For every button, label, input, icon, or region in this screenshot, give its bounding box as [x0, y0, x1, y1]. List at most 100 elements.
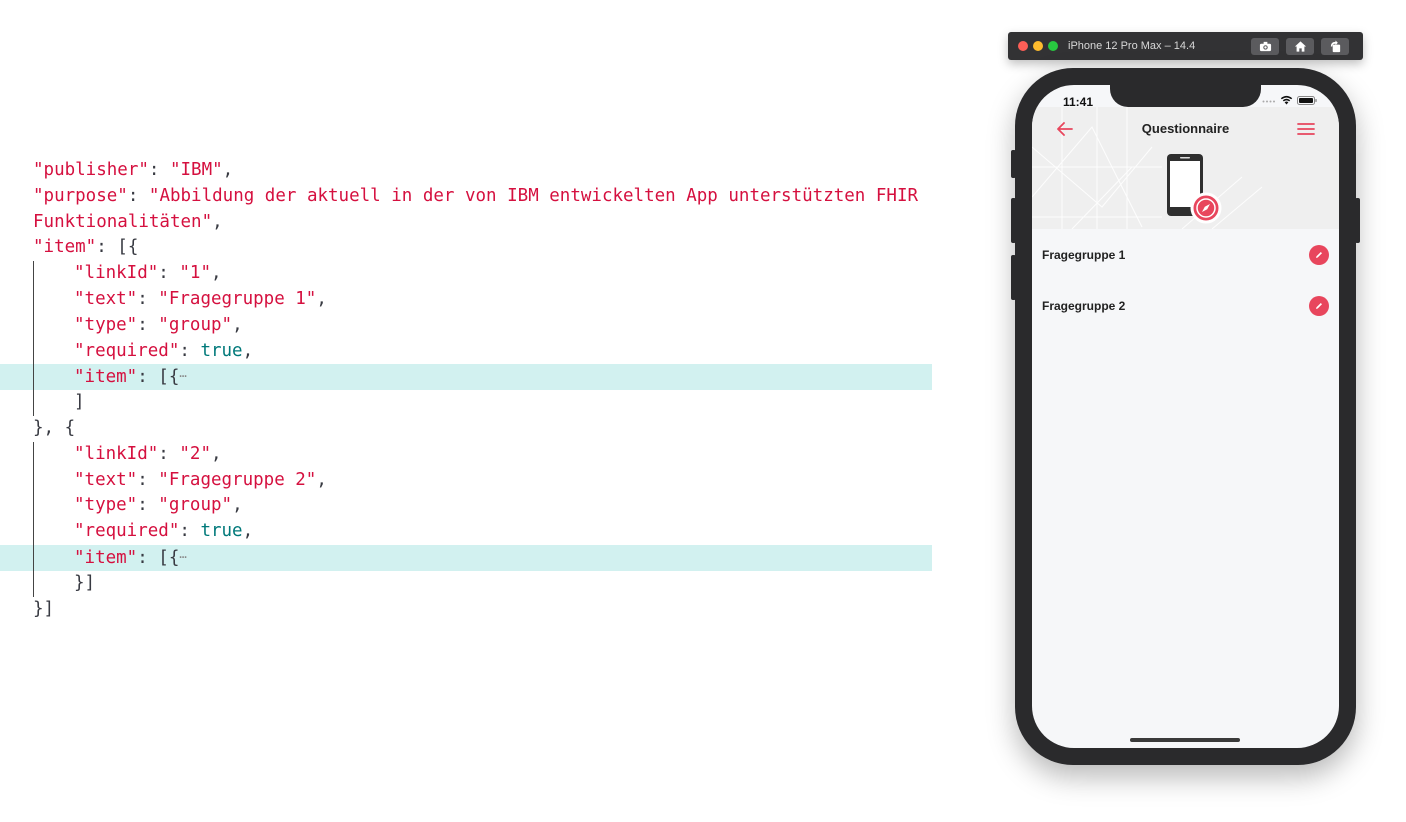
code-token: "publisher": [33, 160, 149, 180]
code-token: ,: [210, 263, 222, 284]
code-editor[interactable]: "publisher": "IBM", "purpose": "Abbildung…: [0, 158, 932, 622]
code-token: Funktionalitäten": [33, 211, 213, 232]
code-token: "type": [74, 314, 138, 335]
code-token: true: [200, 340, 243, 361]
code-line[interactable]: }, {: [0, 416, 932, 442]
code-token: :: [137, 495, 159, 516]
code-line[interactable]: "type": "group",: [0, 493, 932, 519]
code-token: "item": [74, 547, 138, 568]
code-line[interactable]: "linkId": "2",: [0, 442, 932, 468]
code-line[interactable]: "text": "Fragegruppe 1",: [0, 287, 932, 313]
pencil-icon: [1316, 303, 1322, 309]
code-token: "type": [74, 495, 138, 516]
code-line[interactable]: "item": [{⋯: [0, 364, 932, 391]
phone-screen: 11:41 Questionnaire Fragegruppe 1 Frageg…: [1032, 85, 1339, 748]
code-token: }]: [33, 598, 55, 619]
code-token: true: [200, 521, 243, 542]
list-item[interactable]: Fragegruppe 2: [1032, 281, 1339, 331]
code-token: "2": [179, 443, 211, 464]
power-button: [1355, 198, 1360, 243]
volume-up-button: [1011, 198, 1016, 243]
code-line[interactable]: }]: [0, 597, 932, 623]
code-line[interactable]: "linkId": "1",: [0, 261, 932, 287]
fold-ellipsis-icon[interactable]: ⋯: [179, 369, 186, 383]
code-token: "group": [158, 314, 233, 335]
code-line[interactable]: "item": [{⋯: [0, 544, 932, 571]
wifi-icon: [1280, 95, 1293, 105]
code-token: "Fragegruppe 1": [158, 288, 317, 309]
code-token: "item": [33, 237, 97, 258]
code-line[interactable]: "item": [{: [0, 235, 932, 261]
code-line[interactable]: "type": "group",: [0, 313, 932, 339]
phone-compass-illustration: [1167, 154, 1222, 224]
indent-guide: [33, 441, 34, 597]
code-token: "item": [74, 367, 138, 388]
code-line[interactable]: Funktionalitäten",: [0, 210, 932, 236]
code-token: }]: [74, 572, 96, 593]
code-line[interactable]: ]: [0, 390, 932, 416]
code-token: : [{: [137, 367, 180, 388]
pencil-icon: [1316, 252, 1322, 258]
code-token: "linkId": [74, 443, 159, 464]
code-token: "Abbildung der aktuell in der von IBM en…: [148, 185, 919, 206]
notch: [1110, 85, 1261, 107]
code-line[interactable]: "publisher": "IBM",: [0, 158, 932, 184]
code-token: ,: [316, 469, 327, 490]
code-token: "purpose": [33, 185, 128, 206]
code-line[interactable]: "required": true,: [0, 519, 932, 545]
home-icon: [1294, 41, 1306, 52]
code-token: ]: [74, 392, 85, 413]
page-title: Questionnaire: [1141, 121, 1230, 136]
home-button[interactable]: [1286, 38, 1314, 55]
code-token: ,: [210, 443, 222, 464]
code-token: ,: [242, 521, 254, 542]
fold-ellipsis-icon[interactable]: ⋯: [179, 550, 186, 564]
code-token: ,: [242, 340, 254, 361]
minimize-window-button[interactable]: [1033, 41, 1043, 51]
edit-button[interactable]: [1309, 296, 1329, 316]
code-token: "IBM": [169, 160, 223, 180]
code-token: ,: [232, 314, 243, 335]
code-line[interactable]: "required": true,: [0, 339, 932, 365]
home-indicator: [1130, 738, 1240, 742]
zoom-window-button[interactable]: [1048, 41, 1058, 51]
rotate-icon: [1330, 40, 1340, 53]
code-token: "1": [179, 263, 211, 284]
code-token: :: [148, 160, 170, 180]
close-window-button[interactable]: [1018, 41, 1028, 51]
code-token: :: [158, 443, 180, 464]
hamburger-menu-icon[interactable]: [1295, 119, 1317, 139]
volume-down-button: [1011, 255, 1016, 300]
code-token: "required": [74, 521, 180, 542]
code-token: "required": [74, 340, 180, 361]
code-token: :: [137, 469, 159, 490]
signal-icon: [1262, 100, 1275, 103]
code-token: :: [137, 314, 159, 335]
code-token: :: [179, 340, 201, 361]
code-line[interactable]: }]: [0, 571, 932, 597]
code-token: : [{: [137, 547, 180, 568]
code-line[interactable]: "text": "Fragegruppe 2",: [0, 468, 932, 494]
code-token: :: [179, 521, 201, 542]
status-icons: [1262, 95, 1317, 105]
code-token: "group": [158, 495, 233, 516]
code-token: }, {: [33, 417, 76, 438]
code-token: "linkId": [74, 263, 159, 284]
simulator-title: iPhone 12 Pro Max – 14.4: [1068, 40, 1196, 52]
rotate-button[interactable]: [1321, 38, 1349, 55]
code-token: ,: [212, 211, 223, 232]
code-token: ,: [316, 288, 327, 309]
list-item-label: Fragegruppe 2: [1042, 299, 1126, 313]
screenshot-button[interactable]: [1251, 38, 1279, 55]
code-token: "text": [74, 469, 138, 490]
screenshot-icon: [1259, 41, 1271, 52]
code-token: :: [137, 288, 159, 309]
code-token: "Fragegruppe 2": [158, 469, 317, 490]
code-token: ,: [222, 160, 234, 180]
code-line[interactable]: "purpose": "Abbildung der aktuell in der…: [0, 184, 932, 210]
code-token: :: [127, 185, 149, 206]
list-item[interactable]: Fragegruppe 1: [1032, 230, 1339, 280]
edit-button[interactable]: [1309, 245, 1329, 265]
app-header: Questionnaire: [1032, 107, 1339, 229]
simulator-title-bar: iPhone 12 Pro Max – 14.4: [1008, 32, 1363, 60]
